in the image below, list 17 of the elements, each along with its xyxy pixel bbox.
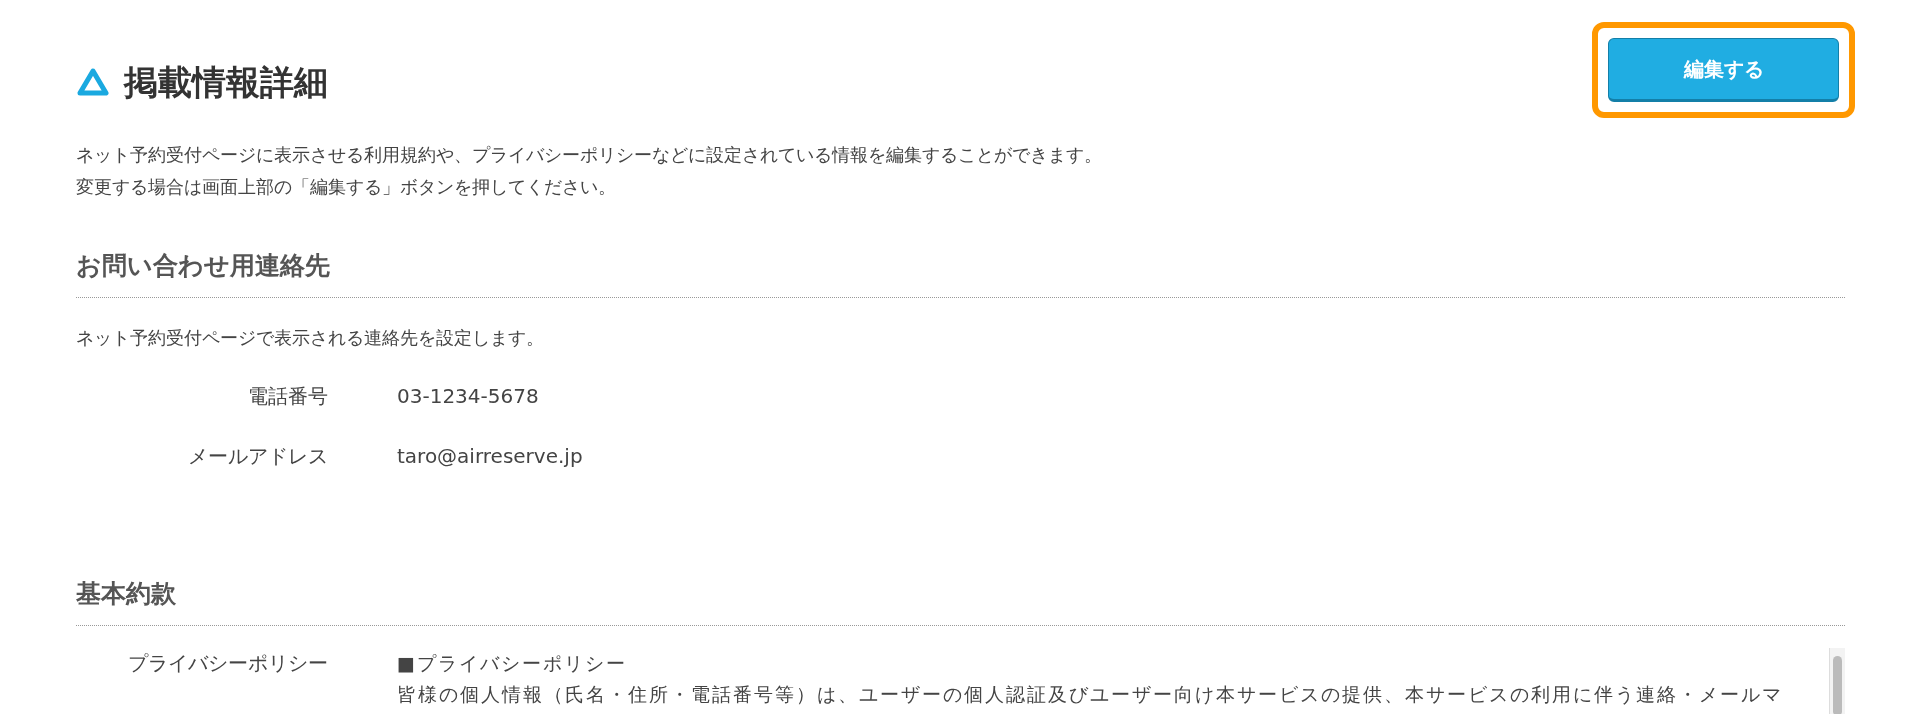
- section-heading: お問い合わせ用連絡先: [76, 250, 1845, 298]
- description-text: 変更する場合は画面上部の「編集する」ボタンを押してください。: [76, 174, 617, 199]
- page-title: 掲載情報詳細: [124, 62, 328, 103]
- section-heading: 基本約款: [76, 578, 1845, 626]
- scrollbar-thumb[interactable]: [1833, 655, 1842, 714]
- scrollbar[interactable]: [1829, 647, 1845, 714]
- field-label: 電話番号: [247, 382, 328, 410]
- section-description: ネット予約受付ページで表示される連絡先を設定します。: [76, 325, 545, 350]
- field-value: taro@airreserve.jp: [397, 442, 583, 470]
- triangle-icon: [76, 66, 110, 99]
- field-label: プライバシーポリシー: [127, 649, 328, 677]
- policy-text-line: ■プライバシーポリシー: [397, 650, 628, 676]
- field-value: 03-1234-5678: [397, 382, 539, 410]
- field-label: メールアドレス: [187, 442, 328, 470]
- description-text: ネット予約受付ページに表示させる利用規約や、プライバシーポリシーなどに設定されている情報を編集することができます。: [76, 142, 1102, 167]
- policy-text-area[interactable]: ■プライバシーポリシー 皆様の個人情報（氏名・住所・電話番号等）は、ユーザーの個人認証及びユーザー向け本サービスの提供、本サービスの利用に伴う連絡・メールマ: [397, 647, 1845, 714]
- policy-text-line: 皆様の個人情報（氏名・住所・電話番号等）は、ユーザーの個人認証及びユーザー向け本サービスの提供、本サービスの利用に伴う連絡・メールマ: [397, 681, 1784, 707]
